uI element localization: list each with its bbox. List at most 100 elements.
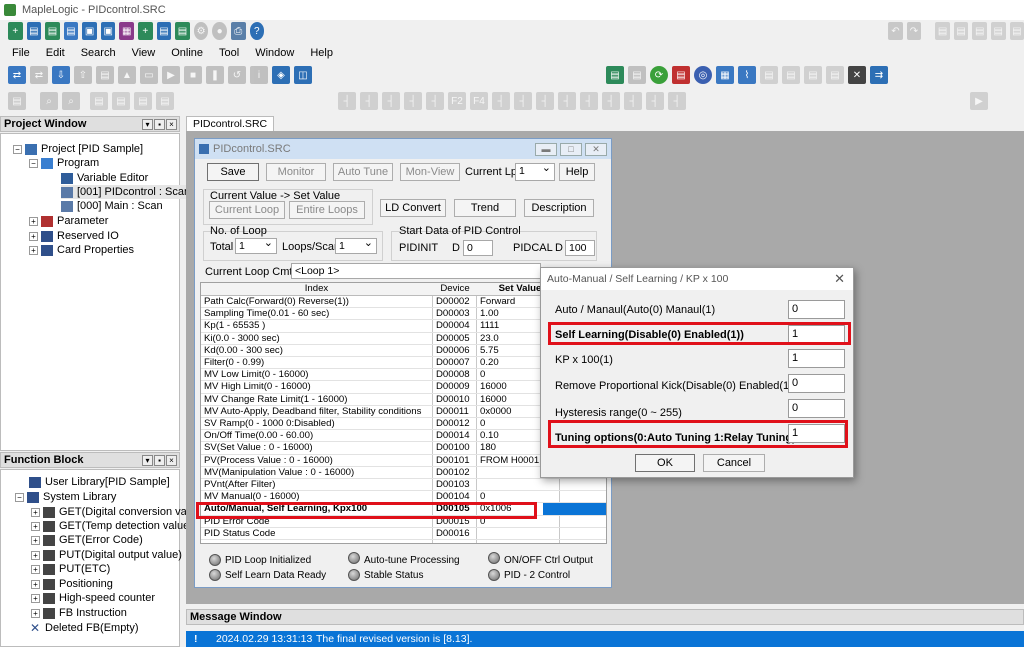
ok-button[interactable]: OK [635, 454, 695, 472]
tree-item-pidcontrol[interactable]: [001] PIDcontrol : Scan [61, 185, 191, 199]
save-icon[interactable]: ▣ [82, 22, 97, 40]
ladder-c-icon[interactable]: ▤ [134, 92, 152, 110]
fb-item[interactable]: + FB Instruction [31, 606, 127, 620]
print-icon[interactable]: ⎙ [230, 22, 246, 40]
expand-icon[interactable]: + [29, 216, 38, 226]
plc-icon[interactable]: ▤ [96, 66, 114, 84]
stop-icon[interactable]: ■ [184, 66, 202, 84]
fb-item[interactable]: + GET(Temp detection value) [31, 519, 193, 533]
fb-item[interactable]: + PUT(ETC) [31, 562, 110, 576]
fb-item[interactable]: + PUT(Digital output value) [31, 548, 182, 562]
menu-help[interactable]: Help [310, 47, 333, 59]
calculator-icon[interactable]: ▦ [716, 66, 734, 84]
grid-icon[interactable]: ▦ [119, 22, 135, 40]
fb-system-library[interactable]: − System Library [15, 490, 116, 504]
reset-icon[interactable]: ↺ [228, 66, 246, 84]
close-icon[interactable]: ✕ [585, 142, 607, 156]
table-row[interactable]: PID Status Code D00016 [201, 528, 606, 540]
collapse-icon[interactable]: − [29, 158, 38, 168]
pidinit-input[interactable]: 0 [463, 240, 493, 256]
pulse8-icon[interactable]: ┤ [646, 92, 664, 110]
help-button[interactable]: Help [559, 163, 595, 181]
help-icon[interactable]: ? [249, 22, 265, 40]
collapse-icon[interactable]: − [13, 144, 22, 154]
upload-icon[interactable]: ⇧ [74, 66, 92, 84]
ladder-d-icon[interactable]: ▤ [156, 92, 174, 110]
run-icon[interactable]: ▶ [162, 66, 180, 84]
vline-icon[interactable]: ┤ [404, 92, 422, 110]
online-disabled-icon[interactable]: ● [212, 22, 227, 40]
loops-scan-select[interactable]: 1 [335, 236, 377, 254]
remove-kick-input[interactable]: 0 [788, 374, 845, 393]
network-icon[interactable]: ◈ [272, 66, 290, 84]
func-icon[interactable]: ┤ [426, 92, 444, 110]
replace-icon[interactable]: ▤ [953, 22, 969, 40]
dock-icon[interactable]: ▪ [154, 454, 165, 466]
copy-icon[interactable]: ▤ [990, 22, 1006, 40]
fb-item[interactable]: + Positioning [31, 577, 113, 591]
tree-item-project[interactable]: − Project [PID Sample] [13, 142, 143, 156]
redo-icon[interactable]: ↷ [906, 22, 922, 40]
pulse9-icon[interactable]: ┤ [668, 92, 686, 110]
zoom-out-icon[interactable]: ⌕ [62, 92, 80, 110]
expand-icon[interactable]: + [29, 245, 38, 255]
current-lp-select[interactable]: 1 [515, 161, 555, 181]
description-button[interactable]: Description [524, 199, 594, 217]
ld-convert-button[interactable]: LD Convert [380, 199, 446, 217]
save-button[interactable]: Save [207, 163, 259, 181]
settings-disabled-icon[interactable]: ⚙ [193, 22, 209, 40]
save-all-icon[interactable]: ▣ [100, 22, 116, 40]
menu-file[interactable]: File [12, 47, 30, 59]
compile-icon[interactable]: ▤ [606, 66, 624, 84]
pulse4-icon[interactable]: ┤ [558, 92, 576, 110]
maximize-icon[interactable]: □ [560, 142, 582, 156]
pulse3-icon[interactable]: ┤ [536, 92, 554, 110]
sync-icon[interactable]: ⟳ [650, 66, 668, 84]
message-row[interactable]: ! 2024.02.29 13:31:13 The final revised … [186, 631, 1024, 647]
monitor-icon[interactable]: ▭ [140, 66, 158, 84]
ladder-mode-icon[interactable]: ▤ [8, 92, 26, 110]
dock-icon[interactable]: ▪ [154, 118, 165, 130]
disconnect-icon[interactable]: ⇄ [30, 66, 48, 84]
find-icon[interactable]: ▤ [935, 22, 950, 40]
tree-item-reserved-io[interactable]: + Reserved IO [29, 229, 119, 243]
total-select[interactable]: 1 [235, 236, 277, 254]
fb-item[interactable]: + GET(Digital conversion value) [31, 505, 205, 519]
download-icon[interactable]: ⇩ [52, 66, 70, 84]
menu-window[interactable]: Window [255, 47, 294, 59]
minimize-icon[interactable]: ▬ [535, 142, 557, 156]
doc1-icon[interactable]: ▤ [760, 66, 778, 84]
pulse7-icon[interactable]: ┤ [624, 92, 642, 110]
open-file-icon[interactable]: ▤ [63, 22, 79, 40]
table-row[interactable]: PVnt(After Filter) D00103 [201, 479, 606, 492]
connect-icon[interactable]: ⇄ [8, 66, 26, 84]
pulse2-icon[interactable]: ┤ [514, 92, 532, 110]
expand-icon[interactable]: + [31, 535, 40, 545]
monitor-button[interactable]: Monitor [266, 163, 326, 181]
fb-item[interactable]: + GET(Error Code) [31, 533, 143, 547]
doc4-icon[interactable]: ▤ [826, 66, 844, 84]
chart-icon[interactable]: ⌇ [738, 66, 756, 84]
auto-tune-button[interactable]: Auto Tune [333, 163, 393, 181]
tree-item-main[interactable]: [000] Main : Scan [61, 199, 163, 213]
hat-icon[interactable]: ▲ [118, 66, 136, 84]
mon-view-button[interactable]: Mon-View [400, 163, 460, 181]
tools-icon[interactable]: ✕ [848, 66, 866, 84]
expand-icon[interactable]: + [31, 593, 40, 603]
menu-tool[interactable]: Tool [219, 47, 239, 59]
fb-deleted[interactable]: ✕ Deleted FB(Empty) [29, 621, 139, 635]
alarm-icon[interactable]: ▤ [672, 66, 690, 84]
pin-icon[interactable]: ▾ [142, 118, 153, 130]
doc3-icon[interactable]: ▤ [804, 66, 822, 84]
menu-online[interactable]: Online [171, 47, 203, 59]
new-file-icon[interactable]: ▤ [45, 22, 60, 40]
add-program-icon[interactable]: ▤ [156, 22, 172, 40]
target-icon[interactable]: ◎ [694, 66, 712, 84]
close-icon[interactable]: × [166, 118, 177, 130]
coil-icon[interactable]: ┤ [360, 92, 378, 110]
doc2-icon[interactable]: ▤ [782, 66, 800, 84]
check-icon[interactable]: ▤ [628, 66, 646, 84]
import-icon[interactable]: ▤ [175, 22, 190, 40]
expand-icon[interactable]: ▶ [970, 92, 988, 110]
entire-loops-button[interactable]: Entire Loops [289, 201, 365, 219]
